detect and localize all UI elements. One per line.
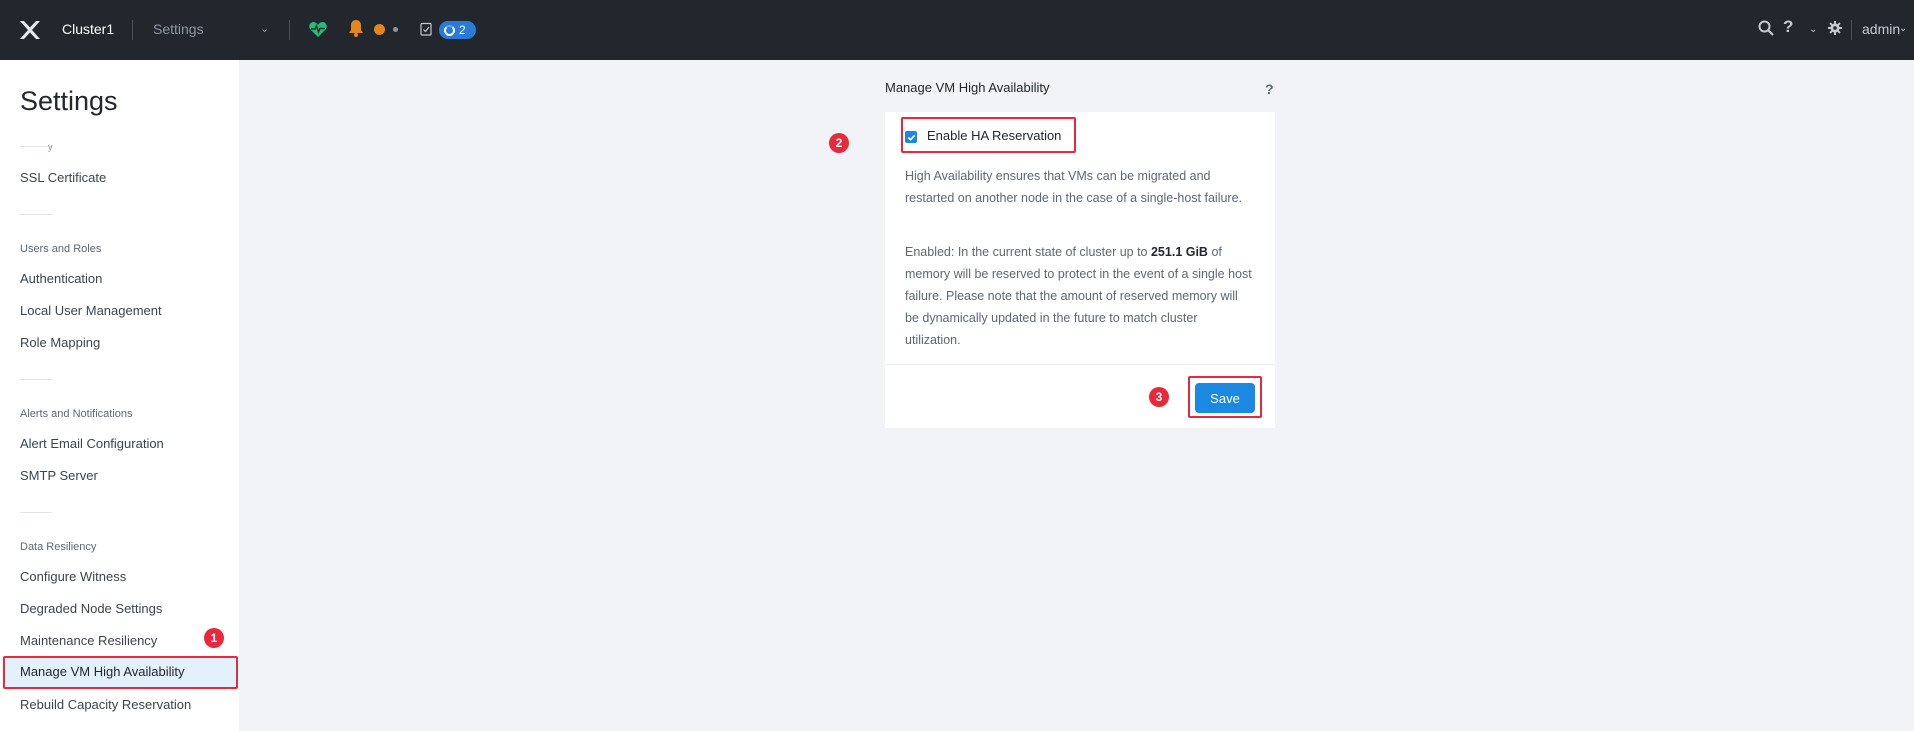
- chevron-down-icon[interactable]: ⌄: [260, 22, 269, 35]
- sidebar-group-users-roles: Users and Roles: [20, 243, 102, 255]
- annotation-highlight-sidebar: [3, 656, 238, 689]
- annotation-highlight-checkbox: [901, 117, 1076, 153]
- sidebar-divider: [20, 214, 52, 215]
- topbar-divider: [289, 20, 290, 40]
- sidebar-item-configure-witness[interactable]: Configure Witness: [20, 569, 126, 584]
- sidebar-item-authentication[interactable]: Authentication: [20, 271, 102, 286]
- top-navigation-bar: Cluster1 Settings ⌄ 2 ? ⌄ admin ⌄: [0, 0, 1914, 60]
- annotation-highlight-save: [1188, 376, 1262, 418]
- annotation-step-badge: 1: [204, 628, 224, 648]
- search-icon[interactable]: [1758, 20, 1774, 36]
- running-tasks-badge[interactable]: 2: [439, 21, 476, 39]
- reserved-memory-amount: 251.1 GiB: [1150, 245, 1208, 259]
- alert-status-dot-minor[interactable]: [393, 27, 398, 32]
- sidebar-item-ssl-certificate[interactable]: SSL Certificate: [20, 170, 106, 185]
- annotation-step-badge: 2: [829, 133, 849, 153]
- spinner-icon: [444, 24, 455, 36]
- annotation-step-badge: 3: [1149, 387, 1169, 407]
- sidebar-item-local-user-management[interactable]: Local User Management: [20, 303, 162, 318]
- main-menu-select[interactable]: Settings: [153, 21, 204, 37]
- sidebar-item-alert-email-configuration[interactable]: Alert Email Configuration: [20, 436, 164, 451]
- sidebar-item-truncated[interactable]: y: [48, 142, 53, 152]
- alert-status-dot[interactable]: [374, 24, 385, 35]
- ha-enabled-suffix: of memory will be reserved to protect in…: [905, 245, 1252, 347]
- topbar-divider: [1851, 20, 1852, 40]
- sidebar-divider: [20, 512, 52, 513]
- bell-icon[interactable]: [347, 18, 365, 38]
- ha-settings-card: Enable HA Reservation High Availability …: [885, 112, 1275, 428]
- card-footer-divider: [885, 364, 1275, 365]
- settings-sidebar: Settings y SSL Certificate Users and Rol…: [0, 60, 239, 731]
- gear-icon[interactable]: [1828, 21, 1842, 35]
- topbar-divider: [132, 20, 133, 40]
- panel-title: Manage VM High Availability: [885, 80, 1050, 95]
- nutanix-logo-icon[interactable]: [18, 18, 42, 42]
- ha-enabled-prefix: Enabled: In the current state of cluster…: [905, 245, 1151, 259]
- sidebar-item-degraded-node-settings[interactable]: Degraded Node Settings: [20, 601, 162, 616]
- chevron-down-icon[interactable]: ⌄: [1899, 23, 1907, 34]
- ha-enabled-status: Enabled: In the current state of cluster…: [905, 241, 1255, 351]
- ha-description: High Availability ensures that VMs can b…: [905, 169, 1243, 205]
- help-icon[interactable]: ?: [1265, 81, 1274, 97]
- sidebar-group-alerts-notifications: Alerts and Notifications: [20, 408, 133, 420]
- health-heart-icon[interactable]: [308, 19, 328, 39]
- task-count: 2: [459, 23, 466, 37]
- sidebar-divider: [20, 379, 52, 380]
- user-menu[interactable]: admin: [1862, 21, 1900, 37]
- sidebar-item-maintenance-resiliency[interactable]: Maintenance Resiliency: [20, 633, 157, 648]
- help-icon[interactable]: ?: [1783, 17, 1793, 37]
- task-clipboard-icon[interactable]: [420, 22, 432, 36]
- sidebar-group-data-resiliency: Data Resiliency: [20, 541, 97, 553]
- sidebar-title: Settings: [20, 86, 118, 116]
- sidebar-item-rebuild-capacity-reservation[interactable]: Rebuild Capacity Reservation: [20, 697, 191, 712]
- chevron-down-icon[interactable]: ⌄: [1809, 24, 1817, 35]
- sidebar-item-role-mapping[interactable]: Role Mapping: [20, 335, 100, 350]
- cluster-name[interactable]: Cluster1: [62, 21, 114, 37]
- sidebar-item-smtp-server[interactable]: SMTP Server: [20, 468, 98, 483]
